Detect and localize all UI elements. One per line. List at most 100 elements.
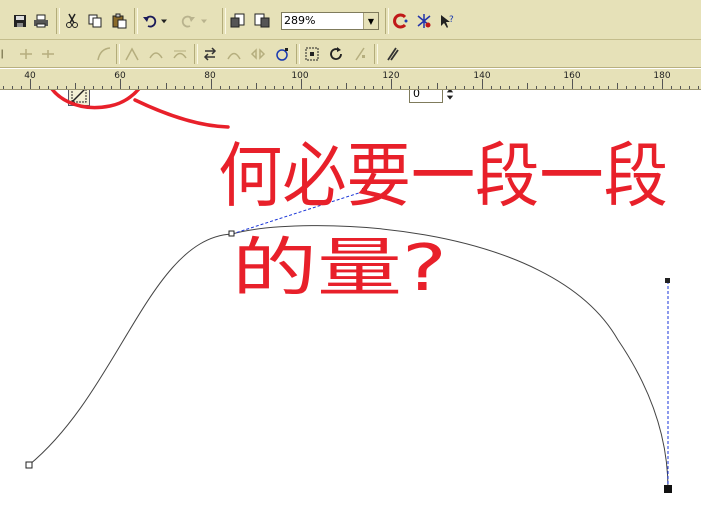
ruler-tick: [129, 86, 131, 89]
extend-curve-button[interactable]: [224, 44, 244, 64]
annotation-circle-stroke: [50, 90, 230, 129]
standard-toolbar: 289% ▼ ?: [0, 0, 701, 40]
zoom-level-value: 289%: [284, 14, 316, 27]
ruler-tick: [391, 79, 393, 89]
cut-button[interactable]: [62, 11, 82, 31]
undo-dropdown[interactable]: [158, 11, 170, 31]
corel-connect-button[interactable]: [391, 11, 411, 31]
grip-icon: [1, 49, 3, 59]
ruler-tick: [282, 86, 284, 89]
ruler-tick: [237, 86, 239, 89]
ruler-tick: [517, 86, 519, 89]
stretch-nodes-icon: [305, 47, 319, 61]
curve-node-end[interactable]: [664, 485, 672, 493]
export-button[interactable]: [252, 11, 272, 31]
ruler-tick: [156, 86, 158, 89]
cusp-node-button[interactable]: [122, 44, 142, 64]
zoom-level-select[interactable]: 289% ▼: [281, 12, 379, 30]
cusp-node-icon: [125, 47, 139, 61]
print-button[interactable]: [31, 11, 51, 31]
ruler-tick: [93, 86, 95, 89]
ruler-tick: [418, 86, 420, 89]
save-icon: [14, 15, 26, 27]
ruler-tick: [337, 86, 339, 89]
ruler-tick: [48, 86, 50, 89]
ruler-tick: [445, 86, 447, 89]
ruler-tick: [84, 86, 86, 89]
ruler-tick: [255, 83, 257, 89]
redo-button[interactable]: [178, 11, 198, 31]
horizontal-ruler[interactable]: 40 60 80 100 120 140 160 180: [0, 69, 701, 90]
delete-node-icon: [42, 50, 54, 58]
ruler-tick: [436, 83, 438, 89]
chevron-down-icon: [201, 19, 207, 24]
elastic-mode-button[interactable]: [382, 44, 402, 64]
smooth-node-button[interactable]: [146, 44, 166, 64]
undo-button[interactable]: [140, 11, 160, 31]
ruler-tick: [346, 83, 348, 89]
rotate-nodes-button[interactable]: [326, 44, 346, 64]
ruler-tick: [292, 86, 293, 89]
add-node-button[interactable]: [16, 44, 36, 64]
extract-subpath-icon: [250, 48, 266, 60]
paste-button[interactable]: [109, 11, 129, 31]
drawing-canvas[interactable]: 何必要一段一段 的量?: [0, 90, 701, 513]
ruler-tick: [635, 86, 637, 89]
ruler-tick: [301, 79, 302, 89]
ruler-tick: [499, 86, 501, 89]
toolbar-separator: [222, 8, 226, 34]
save-button[interactable]: [10, 11, 30, 31]
whats-this-button[interactable]: ?: [437, 11, 457, 31]
application-launcher-button[interactable]: [414, 11, 434, 31]
ruler-tick: [562, 86, 564, 89]
delete-node-button[interactable]: [38, 44, 58, 64]
ruler-tick: [210, 79, 212, 89]
chevron-down-icon[interactable]: ▼: [363, 13, 378, 29]
toolbar-separator: [194, 44, 198, 64]
smooth-node-icon: [149, 52, 163, 59]
ruler-tick: [608, 86, 610, 89]
svg-text:?: ?: [449, 15, 454, 25]
ruler-tick: [364, 86, 366, 89]
ruler-tick: [617, 83, 619, 89]
ruler-tick: [662, 79, 664, 89]
ruler-tick: [201, 86, 203, 89]
curve-node-start[interactable]: [25, 461, 33, 469]
align-nodes-button[interactable]: [350, 44, 370, 64]
ruler-tick: [427, 86, 429, 89]
ruler-tick: [219, 86, 221, 89]
symmetric-node-button[interactable]: [170, 44, 190, 64]
ruler-tick: [21, 86, 22, 89]
ruler-tick: [472, 86, 474, 89]
export-icon: [254, 13, 270, 28]
reverse-direction-button[interactable]: [200, 44, 220, 64]
reverse-direction-icon: [203, 47, 217, 61]
toolbar-separator: [385, 8, 389, 34]
whats-this-icon: ?: [441, 15, 454, 28]
ruler-tick: [644, 86, 646, 89]
redo-icon: [181, 15, 195, 28]
copy-button[interactable]: [85, 11, 105, 31]
redo-dropdown[interactable]: [198, 11, 210, 31]
stretch-nodes-button[interactable]: [302, 44, 322, 64]
ruler-tick: [409, 86, 411, 89]
ruler-tick: [508, 86, 510, 89]
import-button[interactable]: [228, 11, 248, 31]
close-curve-icon: [276, 48, 288, 61]
ruler-tick: [264, 86, 266, 89]
ruler-tick: [138, 86, 140, 89]
extract-subpath-button[interactable]: [248, 44, 268, 64]
paste-icon: [112, 13, 127, 29]
import-icon: [230, 13, 245, 28]
ruler-tick: [75, 83, 77, 89]
ruler-tick: [165, 83, 167, 89]
close-curve-button[interactable]: [272, 44, 292, 64]
to-curve-button[interactable]: [94, 44, 114, 64]
ruler-tick: [111, 86, 113, 89]
ruler-label: 100: [291, 71, 309, 81]
toolbar-separator: [374, 44, 378, 64]
grip-handle[interactable]: [0, 44, 12, 64]
control-handle-point[interactable]: [665, 278, 670, 283]
ruler-tick: [310, 86, 311, 89]
ruler-tick: [671, 86, 673, 89]
